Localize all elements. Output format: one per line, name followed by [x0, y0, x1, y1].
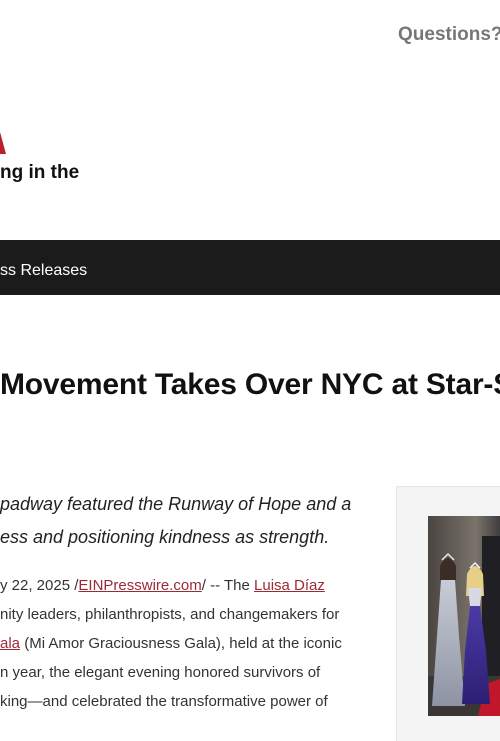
dateline-middle: / -- The	[201, 577, 255, 594]
sidebar-media-card	[396, 486, 500, 741]
event-photo[interactable]	[428, 516, 500, 716]
body-line-rest: (Mi Amor Graciousness Gala), held at the…	[20, 635, 342, 652]
source-link[interactable]: EINPresswire.com	[78, 577, 201, 594]
body-line: n year, the elegant evening honored surv…	[0, 664, 321, 681]
site-tagline: ng in the	[0, 162, 80, 183]
main-navbar: ss Releases	[0, 240, 500, 295]
article-headline: Movement Takes Over NYC at Star-S	[0, 368, 500, 401]
body-line: nity leaders, philanthropists, and chang…	[0, 606, 340, 623]
nav-item-press-releases[interactable]: ss Releases	[0, 262, 87, 280]
event-photo-image	[428, 516, 500, 716]
body-line: king—and celebrated the transformative p…	[0, 693, 328, 710]
person-link[interactable]: Luisa Díaz	[254, 577, 325, 594]
lede-line: padway featured the Runway of Hope and a	[0, 494, 352, 514]
article-body: y 22, 2025 /EINPresswire.com/ -- The Lui…	[0, 571, 380, 716]
body-line: y 22, 2025 /EINPresswire.com/ -- The Lui…	[0, 571, 380, 600]
logo-fragment[interactable]	[0, 132, 6, 154]
gala-link[interactable]: ala	[0, 635, 20, 652]
questions-link[interactable]: Questions?	[398, 24, 500, 46]
lede-line: ess and positioning kindness as strength…	[0, 527, 330, 547]
article-lede: padway featured the Runway of Hope and a…	[0, 488, 372, 554]
body-line: ala (Mi Amor Graciousness Gala), held at…	[0, 629, 380, 658]
dateline-prefix: y 22, 2025 /	[0, 577, 79, 594]
